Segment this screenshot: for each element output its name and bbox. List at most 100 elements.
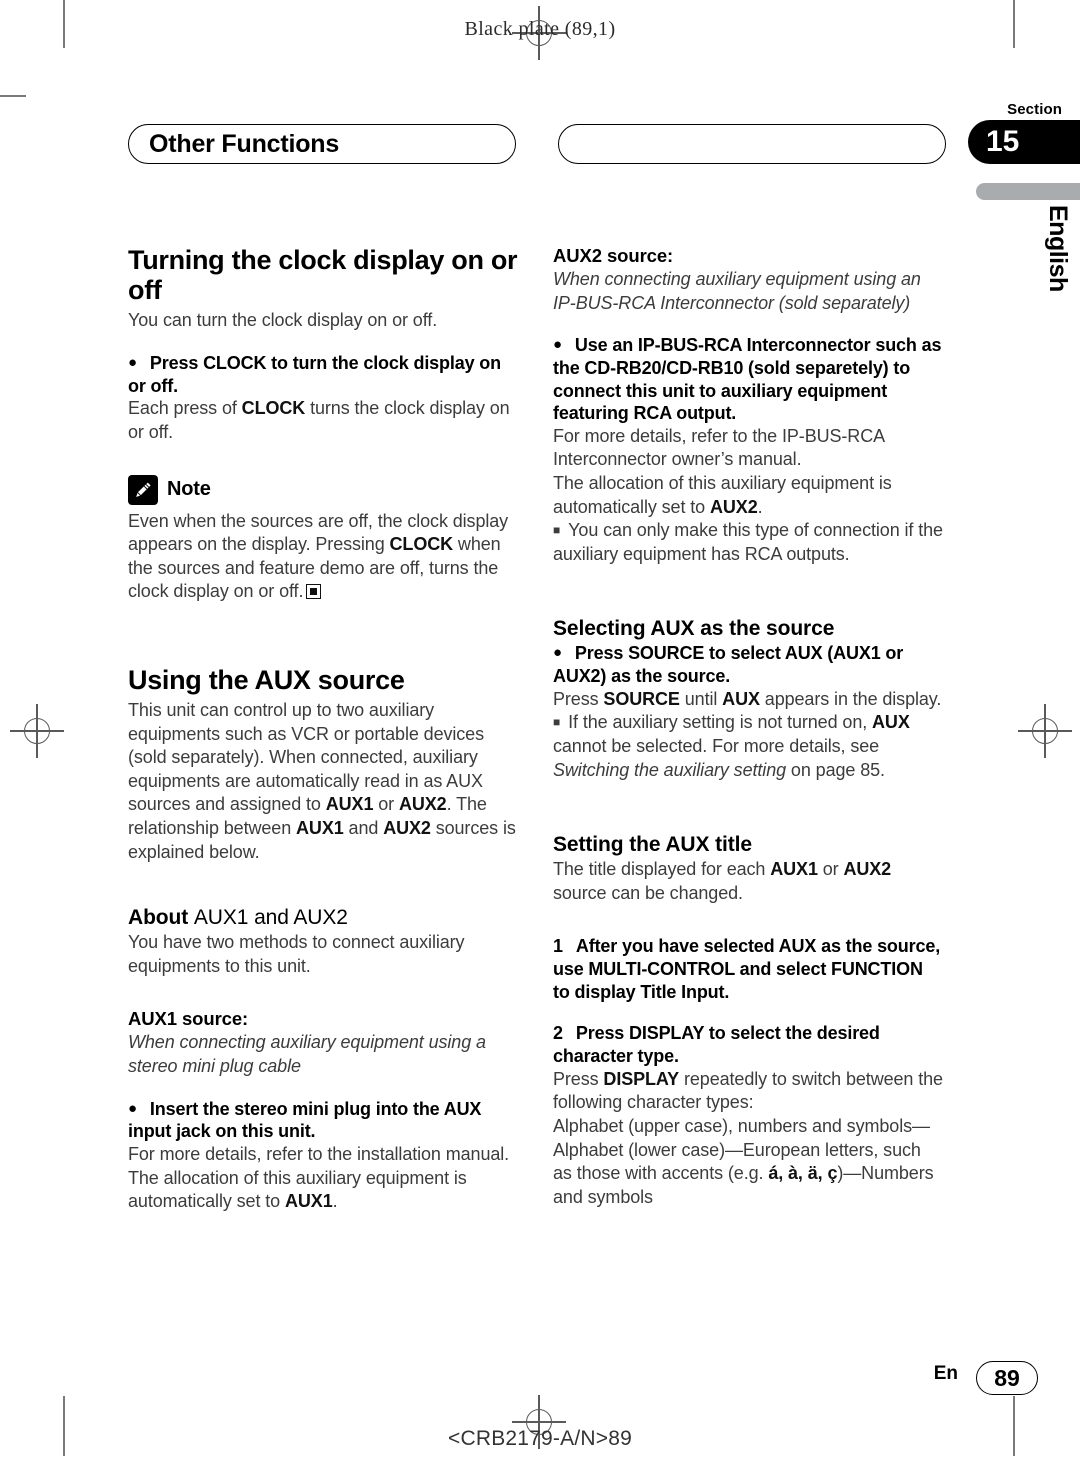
aux2-sub-note: ■ You can only make this type of connecti… [553,519,943,566]
aux-source-paragraph: This unit can control up to two auxiliar… [128,699,518,864]
selecting-detail: Press SOURCE until AUX appears in the di… [553,688,943,712]
clock-intro-text: You can turn the clock display on or off… [128,310,438,331]
aux1-source-label: AUX1 source: [128,1008,518,1030]
heading-turning-clock-display: Turning the clock display on or off [128,245,518,306]
aux1-detail-a: For more details, refer to the installat… [128,1143,510,1164]
bullet-dot-icon: ● [553,644,562,662]
heading-about-aux1-aux2: About AUX1 and AUX2 [128,906,518,930]
pencil-icon [128,474,158,505]
about-heading-reg: AUX1 and AUX2 [193,906,348,930]
note-label: Note [167,478,211,501]
left-column: Turning the clock display on or off You … [128,245,518,1214]
end-of-note-marker [306,584,322,600]
aux1-label-rest: source: [176,1008,249,1030]
aux2-sub-note-text: You can only make this type of connectio… [553,520,943,564]
selecting-instruction: ● Press SOURCE to select AUX (AUX1 or AUX… [553,642,943,687]
aux1-detail-b: The allocation of this auxiliary equipme… [128,1167,518,1214]
clock-instruction: ● Press CLOCK to turn the clock display o… [128,352,518,397]
aux1-label-key: AUX1 [128,1008,177,1030]
setting-title-intro: The title displayed for each AUX1 or AUX… [553,858,943,905]
heading-selecting-aux-source: Selecting AUX as the source [553,617,835,641]
step-2-text: Press DISPLAY to select the desired char… [553,1023,880,1067]
step-2: 2 Press DISPLAY to select the desired cha… [553,1022,943,1067]
chapter-title-pill: Other Functions [128,124,516,164]
selecting-sub-note: ■ If the auxiliary setting is not turned … [553,711,943,782]
registration-mark-right [1018,704,1072,758]
aux2-label-rest: source: [601,245,674,266]
setting-key-aux1: AUX1 [770,859,818,880]
selecting-sub-a: If the auxiliary setting is not turned o… [568,712,873,733]
accent-examples: á, à, ä, ç [768,1163,838,1184]
step-1-number: 1 [553,936,563,957]
selecting-key-aux: AUX [722,688,760,709]
setting-intro-mid: or [817,859,844,880]
registration-mark-left [10,704,64,758]
aux1-detail-key: AUX1 [284,1191,333,1212]
bullet-dot-icon: ● [128,354,137,372]
step-2-detail: Press DISPLAY repeatedly to switch betwe… [553,1068,943,1115]
aux2-detail-b: The allocation of this auxiliary equipme… [553,472,943,519]
language-tab-bar [976,183,1080,200]
language-tab-label: English [1044,205,1072,292]
selecting-sub-key: AUX [872,712,910,733]
section-label: Section [1007,101,1062,118]
aux1-instruction: ● Insert the stereo mini plug into the AU… [128,1098,518,1143]
selecting-detail-end: appears in the display. [759,688,942,709]
step-2-key-display: DISPLAY [603,1068,680,1089]
aux-key-2: AUX2 [398,794,447,815]
clock-detail-key: CLOCK [241,398,306,419]
aux-key-4: AUX2 [383,817,431,838]
selecting-sub-d: on page 85. [786,759,885,780]
footer-language-code: En [933,1363,958,1384]
chapter-title: Other Functions [149,129,340,158]
selecting-detail-a: Press [553,688,604,709]
step-2-number: 2 [553,1023,563,1044]
bullet-dot-icon: ● [553,336,562,354]
footer-page-number: 89 [976,1361,1038,1395]
aux1-description: When connecting auxiliary equipment usin… [128,1032,486,1077]
selecting-key-source: SOURCE [603,688,680,709]
note-text-key: CLOCK [389,534,454,555]
clock-detail-pre: Each press of [128,398,242,419]
aux1-detail-period: . [332,1191,338,1212]
aux2-label-key: AUX2 [553,245,602,266]
aux-key-3: AUX1 [296,817,344,838]
aux2-instruction-text: Use an IP-BUS-RCA Interconnector such as… [553,335,942,424]
aux2-description: When connecting auxiliary equipment usin… [553,269,921,313]
aux2-instruction: ● Use an IP-BUS-RCA Interconnector such a… [553,334,943,425]
square-bullet-icon: ■ [553,715,561,730]
selecting-cross-reference: Switching the auxiliary setting [553,759,787,780]
aux-mid-1: or [373,794,399,815]
heading-setting-aux-title: Setting the AUX title [553,833,752,857]
black-plate-note: Black plate (89,1) [464,18,616,40]
step-2-detail-a: Press [553,1068,604,1089]
clock-instruction-text: Press CLOCK to turn the clock display on… [128,353,501,396]
heading-using-aux-source: Using the AUX source [128,664,405,695]
aux1-instruction-text: Insert the stereo mini plug into the AUX… [128,1098,482,1142]
selecting-detail-mid: until [679,688,723,709]
setting-key-aux2: AUX2 [843,859,892,880]
note-text: Even when the sources are off, the clock… [128,510,518,604]
chapter-title-pill-right [558,124,946,164]
note-header: Note [128,474,518,505]
about-heading-bold: About [128,906,194,930]
selecting-instruction-text: Press SOURCE to select AUX (AUX1 or AUX2… [553,643,904,687]
footer-document-code: <CRB2179-A/N>89 [448,1427,632,1450]
square-bullet-icon: ■ [553,523,561,538]
clock-detail: Each press of CLOCK turns the clock disp… [128,397,518,444]
setting-intro-end: source can be changed. [553,882,743,903]
section-number-badge: 15 [968,120,1080,164]
aux-key-1: AUX1 [325,794,374,815]
aux2-detail-key: AUX2 [709,496,758,517]
about-intro: You have two methods to connect auxiliar… [128,932,465,976]
aux-mid-3: and [343,817,384,838]
crop-mark-left-edge [0,95,26,97]
step-1-text: After you have selected AUX as the sourc… [553,936,941,1002]
right-column: AUX2 source: When connecting auxiliary e… [553,245,943,1209]
step-1: 1 After you have selected AUX as the sour… [553,935,943,1003]
aux2-detail-a: For more details, refer to the IP-BUS-RC… [553,425,885,470]
selecting-sub-c: cannot be selected. For more details, se… [553,735,880,756]
setting-intro-a: The title displayed for each [553,859,771,880]
aux2-detail-period: . [757,496,763,517]
character-types-list: Alphabet (upper case), numbers and symbo… [553,1115,943,1209]
